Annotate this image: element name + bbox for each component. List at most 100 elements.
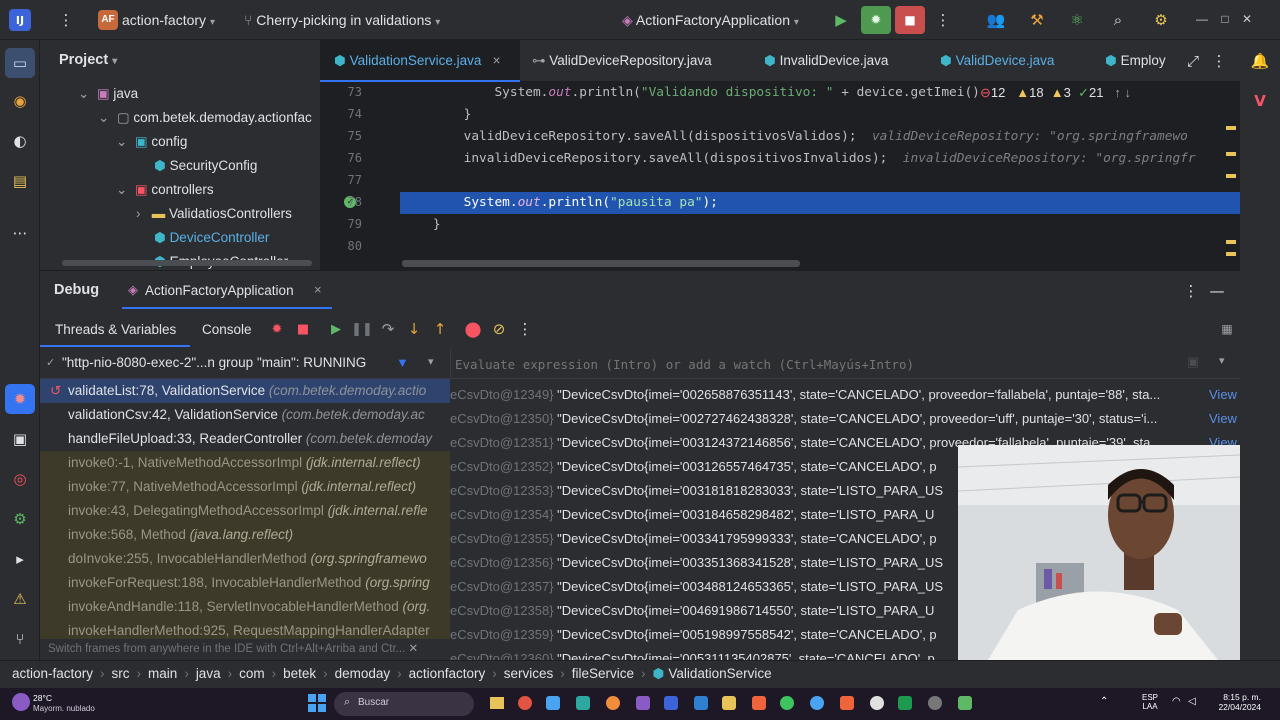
app-icon[interactable] bbox=[928, 696, 942, 710]
tab-validdevicerepository[interactable]: ⊶ ValidDeviceRepository.java bbox=[532, 40, 712, 82]
ai-plugin-icon[interactable]: V bbox=[1249, 90, 1271, 112]
file-explorer-icon[interactable] bbox=[490, 697, 504, 709]
debug-button[interactable]: ✹ bbox=[861, 6, 891, 34]
code-line[interactable]: invalidDeviceRepository.saveAll(disposit… bbox=[402, 151, 1196, 166]
step-into-icon[interactable]: ↓ bbox=[403, 318, 425, 340]
tree-node-package[interactable]: ⌄ ▢ com.betek.demoday.actionfac bbox=[98, 106, 312, 130]
bug-icon[interactable]: ✹ bbox=[266, 318, 288, 340]
breadcrumb-item[interactable]: java bbox=[196, 666, 221, 681]
postman-icon[interactable] bbox=[840, 696, 854, 710]
tree-node-java[interactable]: ⌄ ▣ java bbox=[78, 82, 138, 106]
code-line[interactable]: validDeviceRepository.saveAll(dispositiv… bbox=[402, 129, 1188, 144]
code-editor[interactable]: ✓ 73 System.out.println("Validando dispo… bbox=[320, 82, 1240, 270]
variable-row[interactable]: eCsvDto@12350} "DeviceCsvDto{imei='00272… bbox=[450, 407, 1240, 431]
breadcrumb-item[interactable]: actionfactory bbox=[409, 666, 486, 681]
app-icon[interactable] bbox=[810, 696, 824, 710]
close-window-button[interactable]: ✕ bbox=[1242, 12, 1252, 26]
horizontal-scrollbar[interactable] bbox=[62, 260, 312, 266]
arrow-up-icon[interactable]: ↑ bbox=[1114, 85, 1121, 100]
main-menu-icon[interactable]: ⋮ bbox=[55, 9, 77, 31]
add-watch-icon[interactable]: ▣ bbox=[1187, 354, 1199, 370]
vscode-icon[interactable] bbox=[694, 696, 708, 710]
minimize-button[interactable]: — bbox=[1196, 12, 1208, 26]
language-indicator[interactable]: ESP LAA bbox=[1142, 693, 1158, 711]
tree-node-controllers[interactable]: ⌄ ▣ controllers bbox=[116, 178, 214, 202]
editor-horizontal-scrollbar[interactable] bbox=[402, 260, 800, 267]
more-options-icon[interactable]: ⋮ bbox=[1180, 280, 1202, 302]
windows-start-icon[interactable] bbox=[308, 694, 326, 712]
clock[interactable]: 8:15 p. m. 22/04/2024 bbox=[1205, 692, 1261, 712]
stop-button[interactable]: ■ bbox=[895, 6, 925, 34]
tab-employ[interactable]: ⬢ Employ bbox=[1105, 40, 1166, 82]
inspection-widget[interactable]: ⊖12 ▲18 ▲3 ✓21 ↑ ↓ bbox=[980, 82, 1240, 104]
brave-icon[interactable] bbox=[752, 696, 766, 710]
layout-icon[interactable]: ▦ bbox=[1216, 318, 1238, 340]
evaluate-expression-field[interactable]: ▣ ▾ bbox=[450, 349, 1240, 379]
breadcrumb-item[interactable]: action-factory bbox=[12, 666, 93, 681]
more-actions-icon[interactable]: ⋮ bbox=[932, 9, 954, 31]
close-tab-icon[interactable]: × bbox=[314, 282, 322, 297]
vcs-branch-widget[interactable]: ⑂ Cherry-picking in validations ▾ bbox=[244, 12, 440, 28]
breadcrumb-item[interactable]: services bbox=[504, 666, 554, 681]
run-config-selector[interactable]: ◈ ActionFactoryApplication ▾ bbox=[622, 12, 799, 29]
git-icon[interactable]: ⑂ bbox=[9, 628, 31, 650]
commit-icon[interactable]: ◉ bbox=[9, 90, 31, 112]
taskbar-search[interactable]: ⌕ Buscar bbox=[334, 692, 474, 716]
ide-logo-icon[interactable]: IJ bbox=[9, 9, 31, 31]
terminal-icon[interactable]: ▸ bbox=[9, 548, 31, 570]
close-tab-icon[interactable]: × bbox=[493, 53, 501, 68]
app-icon[interactable] bbox=[546, 696, 560, 710]
arrow-down-icon[interactable]: ↓ bbox=[1124, 85, 1131, 100]
profiler-icon[interactable]: ◎ bbox=[9, 468, 31, 490]
stop-icon[interactable]: ■ bbox=[292, 318, 314, 340]
github-icon[interactable]: ◐ bbox=[9, 130, 31, 152]
app-icon[interactable] bbox=[576, 696, 590, 710]
intellij-taskbar-icon[interactable] bbox=[664, 696, 678, 710]
project-switcher[interactable]: action-factory ▾ bbox=[122, 12, 215, 28]
notifications-icon[interactable]: 🔔 bbox=[1249, 50, 1271, 72]
services-icon[interactable]: ▣ bbox=[9, 428, 31, 450]
folder-icon[interactable] bbox=[722, 696, 736, 710]
mute-breakpoints-icon[interactable]: ⊘ bbox=[488, 318, 510, 340]
tree-node-securityconfig[interactable]: ⬢ SecurityConfig bbox=[154, 154, 257, 178]
tree-node-validatioscontrollers[interactable]: › ▬ ValidatiosControllers bbox=[136, 202, 292, 226]
breadcrumb-item[interactable]: src bbox=[112, 666, 130, 681]
chevron-down-icon[interactable]: ▾ bbox=[428, 355, 434, 368]
breadcrumb-item[interactable]: fileService bbox=[572, 666, 634, 681]
breadcrumb-item[interactable]: demoday bbox=[335, 666, 391, 681]
chrome-icon[interactable] bbox=[518, 696, 532, 710]
breadcrumb-item[interactable]: main bbox=[148, 666, 177, 681]
weather-icon[interactable] bbox=[12, 693, 30, 711]
project-tool-button[interactable]: ▭ bbox=[5, 48, 35, 78]
pause-icon[interactable]: ❚❚ bbox=[351, 318, 373, 340]
structure-icon[interactable]: ▤ bbox=[9, 170, 31, 192]
run-icon[interactable]: ▶ bbox=[830, 9, 852, 31]
settings-icon[interactable]: ⚙ bbox=[1150, 9, 1172, 31]
variable-row[interactable]: eCsvDto@12349} "DeviceCsvDto{imei='00265… bbox=[450, 383, 1240, 407]
step-over-icon[interactable]: ↷ bbox=[377, 318, 399, 340]
problems-icon[interactable]: ⚠ bbox=[9, 588, 31, 610]
tab-validdevice[interactable]: ⬢ ValidDevice.java bbox=[940, 40, 1054, 82]
filter-icon[interactable]: ▼ bbox=[396, 355, 409, 370]
window-controls[interactable]: — □ ✕ bbox=[1196, 12, 1276, 26]
tab-menu-icon[interactable]: ⋮ bbox=[1208, 50, 1230, 72]
breadcrumb-item[interactable]: com bbox=[239, 666, 265, 681]
evaluate-input[interactable] bbox=[455, 353, 1175, 375]
tab-threads-variables[interactable]: Threads & Variables bbox=[40, 311, 190, 347]
debug-tool-button[interactable]: ✹ bbox=[5, 384, 35, 414]
resume-icon[interactable]: ▶ bbox=[325, 318, 347, 340]
breadcrumb-item[interactable]: ValidationService bbox=[668, 666, 771, 681]
expand-icon[interactable]: ⤢ bbox=[1182, 50, 1204, 72]
chevron-down-icon[interactable]: ▾ bbox=[1219, 354, 1225, 367]
volume-icon[interactable]: ◁ bbox=[1188, 696, 1196, 707]
tab-invaliddevice[interactable]: ⬢ InvalidDevice.java bbox=[764, 40, 888, 82]
tab-validationservice[interactable]: ⬢ ValidationService.java × bbox=[334, 40, 501, 82]
tab-console[interactable]: Console bbox=[202, 322, 252, 337]
code-line[interactable]: System.out.println("Validando dispositiv… bbox=[402, 85, 1010, 100]
more-tools-icon[interactable]: ⋯ bbox=[9, 222, 31, 244]
code-with-me-icon[interactable]: 👥 bbox=[985, 9, 1007, 31]
more-debug-icon[interactable]: ⋮ bbox=[514, 318, 536, 340]
search-icon[interactable]: ⌕ bbox=[1107, 9, 1129, 31]
code-line[interactable]: } bbox=[402, 107, 472, 122]
view-link[interactable]: View bbox=[1205, 407, 1237, 431]
